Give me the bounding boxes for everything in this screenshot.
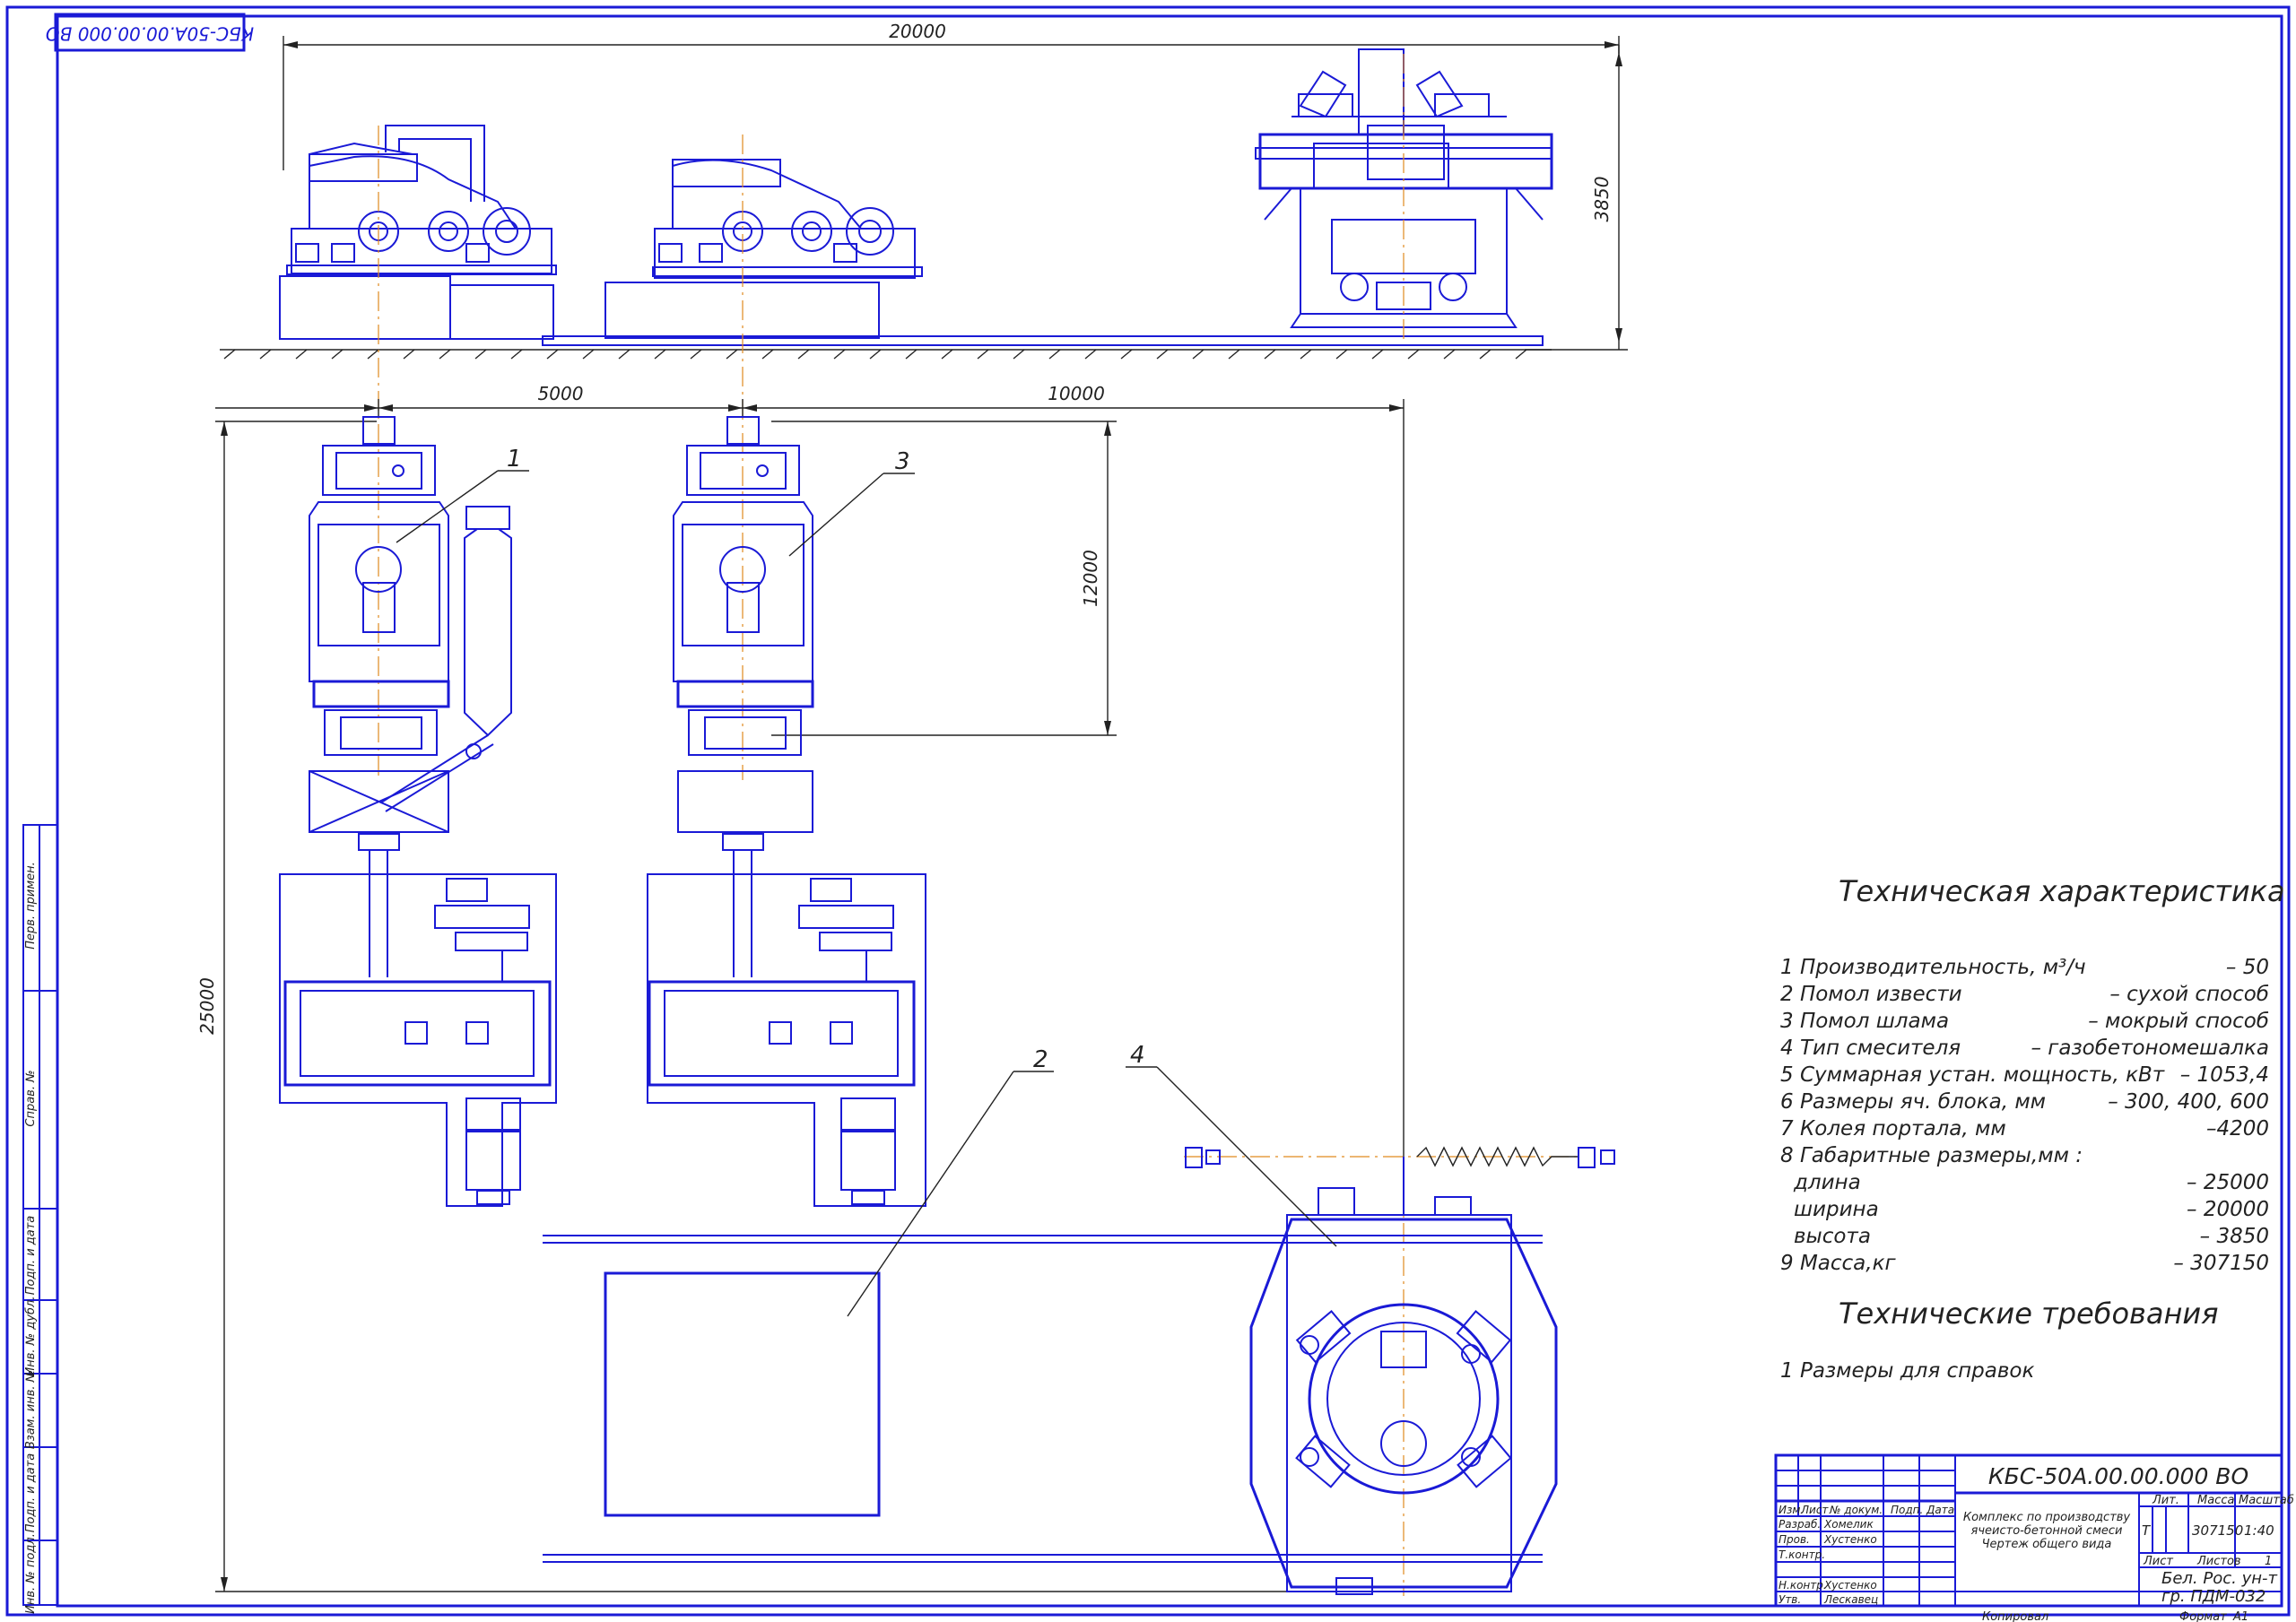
mill-2-plan xyxy=(647,416,926,1207)
role-name-0: Хомелик xyxy=(1823,1518,1874,1531)
callout-2: 2 xyxy=(1033,1046,1048,1073)
side-strip-label-6: Инв. № подл. xyxy=(24,1533,38,1614)
dim-span-b: 10000 xyxy=(1048,383,1105,404)
lit-label: Лит. xyxy=(2152,1494,2179,1507)
scale-value: 1:40 xyxy=(2244,1522,2274,1539)
side-strip-label-3: Инв. № дубл. xyxy=(24,1297,38,1376)
col-header-3: Подп. xyxy=(1891,1504,1923,1516)
format-label: Формат xyxy=(2179,1610,2227,1622)
elevation-view xyxy=(220,48,1553,360)
corner-stamp-text: КБС-50А.00.00.000 ВО xyxy=(46,23,254,45)
scale-label: Масштаб xyxy=(2239,1494,2294,1507)
spec-label-3: 4 Тип смесителя xyxy=(1780,1037,1961,1060)
dimensions: 20000 3850 5000 10000 12000 25000 xyxy=(196,21,1628,1592)
mass-label: Масса xyxy=(2197,1494,2234,1507)
role-3: Н.контр. xyxy=(1779,1579,1827,1592)
spec-value-9: – 20000 xyxy=(2187,1198,2269,1221)
org-line1: Бел. Рос. ун-т xyxy=(2161,1569,2277,1588)
mill-1-plan xyxy=(279,416,557,1207)
specs-title: Техническая характеристика xyxy=(1839,874,2285,908)
role-2: Т.контр. xyxy=(1779,1548,1825,1561)
spec-value-5: – 300, 400, 600 xyxy=(2108,1090,2269,1114)
dim-overall-width: 20000 xyxy=(889,21,946,42)
col-header-0: Изм. xyxy=(1779,1504,1804,1516)
corner-stamp: КБС-50А.00.00.000 ВО xyxy=(46,13,254,52)
spec-label-11: 9 Масса,кг xyxy=(1780,1252,1896,1275)
spec-label-10: высота xyxy=(1794,1225,1871,1248)
title-designation: КБС-50А.00.00.000 ВО xyxy=(1988,1463,2248,1489)
specs-block: Техническая характеристика 1 Производите… xyxy=(1780,874,2285,1383)
sheets-value: 1 xyxy=(2265,1555,2272,1568)
requirements-title: Технические требования xyxy=(1839,1297,2218,1331)
spec-value-1: – сухой способ xyxy=(2109,983,2269,1006)
callouts: 1 3 2 4 xyxy=(396,446,1337,1317)
side-strip-label-5: Подп. и дата xyxy=(24,1453,38,1533)
spec-label-9: ширина xyxy=(1794,1198,1879,1221)
spec-value-3: – газобетономешалка xyxy=(2031,1037,2269,1060)
dim-height: 3850 xyxy=(1591,177,1613,222)
format-value: А1 xyxy=(2232,1610,2248,1622)
spec-value-4: – 1053,4 xyxy=(2180,1063,2269,1087)
role-name-4: Лескавец xyxy=(1823,1593,1878,1606)
requirement-item-0: 1 Размеры для справок xyxy=(1780,1359,2034,1383)
spec-label-4: 5 Суммарная устан. мощность, кВт xyxy=(1780,1063,2165,1087)
side-strip-label-1: Справ. № xyxy=(24,1070,38,1126)
spec-value-8: – 25000 xyxy=(2187,1171,2269,1194)
side-strip: Перв. примен. Справ. № Подп. и дата Инв.… xyxy=(22,824,58,1614)
lit-value: Т xyxy=(2142,1522,2152,1539)
side-strip-label-0: Перв. примен. xyxy=(24,862,38,950)
tank-plan xyxy=(604,1271,881,1517)
title-name-line1: Комплекс по производству xyxy=(1963,1511,2131,1524)
mixer-plan xyxy=(1185,1146,1615,1595)
side-strip-label-4: Взам. инв. № xyxy=(24,1370,38,1449)
spec-label-6: 7 Колея портала, мм xyxy=(1780,1117,2006,1141)
spec-label-7: 8 Габаритные размеры,мм : xyxy=(1780,1144,2083,1167)
col-header-4: Дата xyxy=(1926,1504,1954,1516)
role-name-3: Хустенко xyxy=(1823,1579,1877,1592)
callout-1: 1 xyxy=(507,446,522,473)
dim-span-a: 5000 xyxy=(538,383,584,404)
role-1: Пров. xyxy=(1779,1533,1810,1546)
dim-vertical-a: 12000 xyxy=(1080,550,1101,607)
title-name-line2: ячеисто-бетонной смеси xyxy=(1971,1524,2123,1538)
org-line2: гр. ПДМ-032 xyxy=(2161,1587,2266,1606)
role-4: Утв. xyxy=(1779,1593,1801,1606)
spec-label-5: 6 Размеры яч. блока, мм xyxy=(1780,1090,2046,1114)
sheets-label: Листов xyxy=(2196,1555,2241,1568)
spec-label-2: 3 Помол шлама xyxy=(1780,1010,1949,1033)
spec-label-1: 2 Помол извести xyxy=(1780,983,1962,1006)
spec-label-0: 1 Производительность, м³/ч xyxy=(1780,956,2086,979)
title-name-line3: Чертеж общего вида xyxy=(1982,1538,2112,1551)
mill-1-elevation xyxy=(279,125,557,340)
callout-3: 3 xyxy=(895,448,910,475)
sheet-label: Лист xyxy=(2143,1555,2173,1568)
spec-value-6: –4200 xyxy=(2206,1117,2269,1141)
spec-value-11: – 307150 xyxy=(2173,1252,2269,1275)
col-header-2: № докум. xyxy=(1829,1504,1883,1516)
spec-value-0: – 50 xyxy=(2226,956,2269,979)
spec-label-8: длина xyxy=(1793,1171,1861,1194)
dim-overall-length: 25000 xyxy=(196,977,218,1035)
mass-value: 307150 xyxy=(2192,1522,2243,1539)
col-header-1: Лист xyxy=(1800,1504,1829,1516)
role-name-1: Хустенко xyxy=(1823,1533,1877,1546)
callout-4: 4 xyxy=(1130,1042,1145,1069)
copied-label: Копировал xyxy=(1982,1610,2048,1622)
spec-value-10: – 3850 xyxy=(2200,1225,2269,1248)
title-block: Изм. Лист № докум. Подп. Дата Разраб. Хо… xyxy=(1774,1453,2294,1622)
mill-2-elevation xyxy=(604,159,923,339)
spec-value-2: – мокрый способ xyxy=(2088,1010,2269,1033)
side-strip-label-2: Подп. и дата xyxy=(24,1216,38,1296)
assembly-drawing: КБС-50А.00.00.000 ВО Перв. примен. Справ… xyxy=(5,5,2294,1622)
role-0: Разраб. xyxy=(1779,1518,1821,1531)
